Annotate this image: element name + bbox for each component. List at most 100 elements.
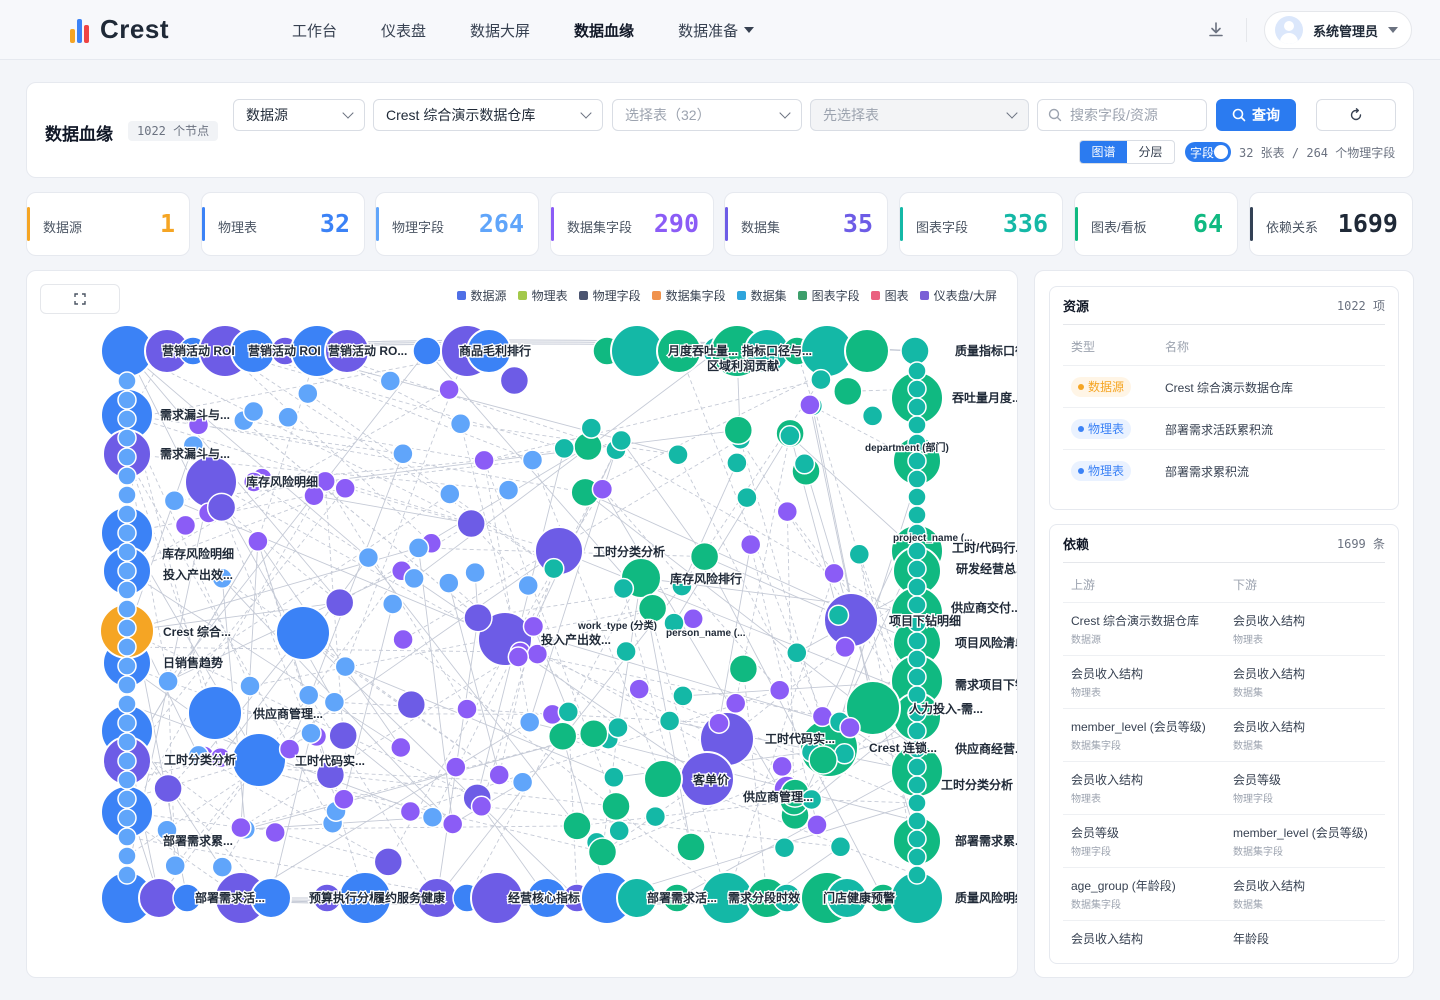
graph-node[interactable] xyxy=(644,805,667,828)
legend-item[interactable]: 数据源 xyxy=(456,287,507,304)
graph-node[interactable] xyxy=(907,721,927,741)
view-graph-tab[interactable]: 图谱 xyxy=(1080,141,1127,163)
graph-node[interactable] xyxy=(421,806,444,828)
graph-node[interactable] xyxy=(667,443,689,466)
graph-node[interactable] xyxy=(163,489,186,512)
graph-node[interactable] xyxy=(723,415,754,446)
graph-node[interactable] xyxy=(117,599,137,619)
graph-node[interactable] xyxy=(672,685,694,707)
graph-node[interactable] xyxy=(117,542,137,562)
graph-node[interactable] xyxy=(808,745,838,775)
graph-node[interactable] xyxy=(300,722,322,744)
nav-dashboard[interactable]: 仪表盘 xyxy=(381,20,426,41)
graph-node[interactable] xyxy=(739,533,762,556)
graph-node[interactable] xyxy=(230,816,252,839)
graph-node[interactable] xyxy=(776,500,799,523)
graph-node[interactable] xyxy=(117,713,137,733)
graph-node[interactable] xyxy=(211,856,234,878)
download-icon[interactable] xyxy=(1206,20,1226,40)
graph-node[interactable] xyxy=(399,800,422,823)
graph-node[interactable] xyxy=(615,640,637,663)
stat-card[interactable]: 物理字段 264 xyxy=(375,192,539,256)
graph-node[interactable] xyxy=(407,537,430,559)
graph-node[interactable] xyxy=(907,595,927,615)
reset-button[interactable] xyxy=(1316,99,1396,131)
graph-node[interactable] xyxy=(438,378,460,401)
graph-node[interactable] xyxy=(907,487,927,507)
search-input[interactable] xyxy=(1070,107,1200,123)
graph-node[interactable] xyxy=(441,813,464,835)
graph-node[interactable] xyxy=(689,541,720,572)
query-button[interactable]: 查询 xyxy=(1216,99,1296,131)
graph-node[interactable] xyxy=(117,485,137,505)
graph-node[interactable] xyxy=(381,593,404,615)
graph-node[interactable] xyxy=(827,604,850,626)
graph-node[interactable] xyxy=(323,691,346,713)
resource-row[interactable]: 物理表 部署需求累积流 xyxy=(1063,449,1385,491)
graph-node[interactable] xyxy=(328,720,358,751)
graph-node[interactable] xyxy=(117,580,137,600)
graph-node[interactable] xyxy=(206,492,237,523)
graph-node[interactable] xyxy=(610,324,664,378)
graph-node[interactable] xyxy=(861,405,884,427)
graph-node[interactable] xyxy=(603,766,625,789)
graph-node[interactable] xyxy=(907,631,927,651)
graph-node[interactable] xyxy=(907,469,927,489)
graph-node[interactable] xyxy=(511,771,534,793)
graph-node[interactable] xyxy=(658,710,681,732)
graph-node[interactable] xyxy=(174,514,197,537)
graph-node[interactable] xyxy=(231,732,287,788)
graph-node[interactable] xyxy=(117,789,137,809)
dependency-row[interactable]: 会员收入结构 物理表 会员收入结构 数据集 xyxy=(1063,655,1385,708)
graph-node[interactable] xyxy=(117,732,137,752)
resource-row[interactable]: 物理表 部署需求活跃累积流 xyxy=(1063,407,1385,449)
graph-node[interactable] xyxy=(799,394,821,416)
graph-node[interactable] xyxy=(726,452,748,474)
legend-item[interactable]: 数据集 xyxy=(736,287,787,304)
graph-node[interactable] xyxy=(907,829,927,849)
graph-node[interactable] xyxy=(907,451,927,471)
stat-card[interactable]: 依赖关系 1699 xyxy=(1249,192,1413,256)
graph-node[interactable] xyxy=(117,523,137,543)
graph-node[interactable] xyxy=(682,608,704,630)
graph-node[interactable] xyxy=(275,605,331,661)
graph-node[interactable] xyxy=(153,773,183,804)
graph-node[interactable] xyxy=(907,865,927,885)
graph-node[interactable] xyxy=(907,379,927,399)
graph-node[interactable] xyxy=(779,425,801,447)
source-select[interactable]: Crest 综合演示数据仓库 xyxy=(373,99,603,131)
graph-node[interactable] xyxy=(768,679,791,701)
nav-data-lineage[interactable]: 数据血缘 xyxy=(574,20,634,41)
graph-node[interactable] xyxy=(610,429,633,452)
graph-node[interactable] xyxy=(117,865,137,885)
graph-node[interactable] xyxy=(823,562,845,585)
dependency-row[interactable]: member_level (会员等级) 数据集字段 会员收入结构 数据集 xyxy=(1063,708,1385,761)
graph-node[interactable] xyxy=(736,486,758,509)
graph-node[interactable] xyxy=(848,543,871,566)
graph-node[interactable] xyxy=(676,832,706,862)
lineage-graph[interactable]: 营销活动 ROI 营销活动 ROI 营销活动 RO... 商品毛利排行 月度吞吐量...… xyxy=(27,271,1018,978)
dependency-row[interactable]: 会员收入结构 年龄段 xyxy=(1063,920,1385,963)
graph-node[interactable] xyxy=(117,656,137,676)
nav-data-prep[interactable]: 数据准备 xyxy=(678,20,755,41)
graph-node[interactable] xyxy=(637,593,668,624)
graph-node[interactable] xyxy=(834,636,856,659)
graph-node[interactable] xyxy=(607,716,629,739)
graph-node[interactable] xyxy=(117,846,137,866)
graph-node[interactable] xyxy=(473,449,495,472)
legend-item[interactable]: 物理表 xyxy=(517,287,568,304)
graph-node[interactable] xyxy=(608,820,630,842)
graph-node[interactable] xyxy=(907,775,927,795)
graph-node[interactable] xyxy=(379,370,402,392)
graph-node[interactable] xyxy=(445,756,467,778)
graph-node[interactable] xyxy=(264,821,286,844)
graph-node[interactable] xyxy=(117,561,137,581)
graph-node[interactable] xyxy=(786,642,808,664)
graph-node[interactable] xyxy=(833,376,863,407)
graph-node[interactable] xyxy=(557,701,580,723)
graph-node[interactable] xyxy=(117,447,137,467)
graph-node[interactable] xyxy=(456,508,486,539)
graph-node[interactable] xyxy=(578,719,609,749)
graph-node[interactable] xyxy=(117,504,137,524)
graph-node[interactable] xyxy=(907,649,927,669)
